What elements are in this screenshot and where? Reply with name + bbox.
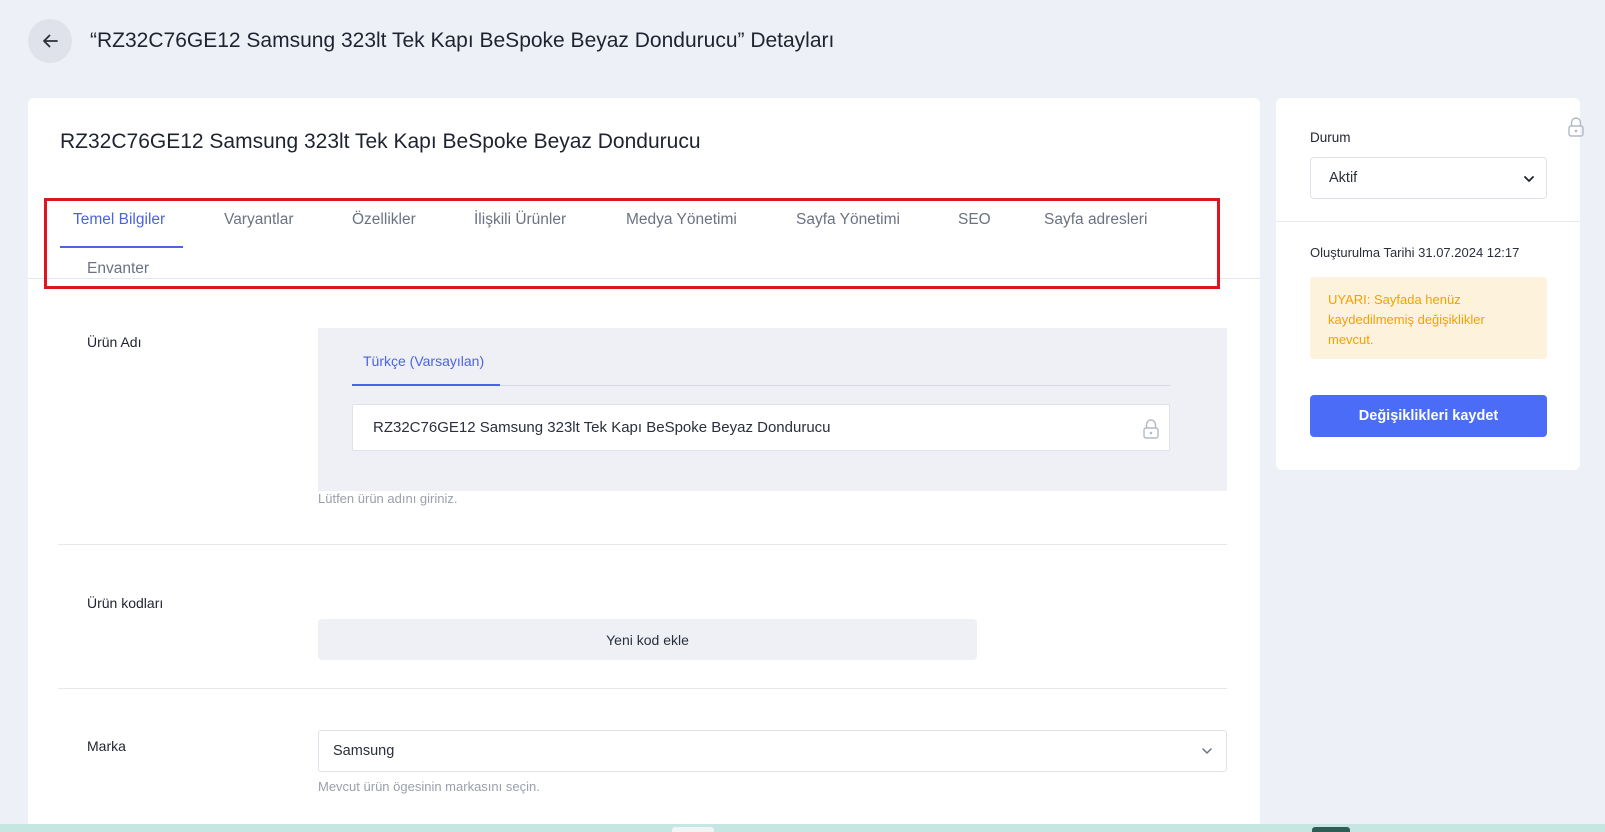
tab-seo[interactable]: SEO	[958, 211, 991, 229]
chevron-down-icon	[1202, 748, 1212, 754]
page-title: “RZ32C76GE12 Samsung 323lt Tek Kapı BeSp…	[90, 29, 835, 52]
product-name-input[interactable]: RZ32C76GE12 Samsung 323lt Tek Kapı BeSpo…	[352, 404, 1170, 451]
tab-varyantlar[interactable]: Varyantlar	[224, 211, 294, 229]
section-divider	[58, 544, 1227, 545]
tabs-divider	[28, 278, 1260, 279]
brand-label: Marka	[87, 738, 126, 754]
brand-help: Mevcut ürün ögesinin markasını seçin.	[318, 779, 540, 794]
bottom-strip-element	[672, 827, 714, 832]
arrow-left-icon	[43, 34, 58, 48]
page-header: “RZ32C76GE12 Samsung 323lt Tek Kapı BeSp…	[28, 19, 834, 63]
tab-ozellikler[interactable]: Özellikler	[352, 211, 416, 229]
save-changes-button[interactable]: Değişiklikleri kaydet	[1310, 395, 1547, 437]
bottom-strip-element	[1312, 827, 1350, 832]
product-title: RZ32C76GE12 Samsung 323lt Tek Kapı BeSpo…	[60, 130, 701, 153]
tab-temel-bilgiler[interactable]: Temel Bilgiler	[73, 211, 165, 229]
tab-medya-yonetimi[interactable]: Medya Yönetimi	[626, 211, 737, 229]
chevron-down-icon	[1524, 176, 1534, 182]
status-sidebar: Durum Aktif Oluşturulma Tarihi 31.07.202…	[1276, 98, 1580, 470]
status-select-value: Aktif	[1329, 170, 1358, 186]
lock-icon[interactable]	[1141, 418, 1161, 440]
language-panel: Türkçe (Varsayılan) RZ32C76GE12 Samsung …	[318, 328, 1227, 491]
brand-select-value: Samsung	[333, 743, 395, 759]
lock-icon[interactable]	[1566, 116, 1586, 138]
bottom-strip	[0, 824, 1605, 832]
product-codes-label: Ürün kodları	[87, 595, 164, 611]
active-language-indicator	[352, 384, 500, 386]
add-code-button[interactable]: Yeni kod ekle	[318, 619, 977, 660]
created-date: Oluşturulma Tarihi 31.07.2024 12:17	[1310, 245, 1520, 260]
product-name-label: Ürün Adı	[87, 334, 142, 350]
product-details-card: RZ32C76GE12 Samsung 323lt Tek Kapı BeSpo…	[28, 98, 1260, 832]
status-select[interactable]: Aktif	[1310, 157, 1547, 199]
active-tab-indicator	[60, 246, 183, 248]
section-divider	[58, 688, 1227, 689]
product-name-help: Lütfen ürün adını giriniz.	[318, 491, 458, 506]
tab-sayfa-yonetimi[interactable]: Sayfa Yönetimi	[796, 211, 900, 229]
tab-language-turkish[interactable]: Türkçe (Varsayılan)	[363, 353, 484, 369]
status-label: Durum	[1310, 130, 1351, 145]
tab-sayfa-adresleri[interactable]: Sayfa adresleri	[1044, 211, 1147, 229]
back-button[interactable]	[28, 19, 72, 63]
product-name-value: RZ32C76GE12 Samsung 323lt Tek Kapı BeSpo…	[373, 419, 831, 436]
tab-envanter[interactable]: Envanter	[87, 260, 149, 278]
brand-select[interactable]: Samsung	[318, 730, 1227, 772]
sidebar-divider	[1276, 221, 1580, 222]
unsaved-changes-warning: UYARI: Sayfada henüz kaydedilmemiş değiş…	[1310, 277, 1547, 359]
tab-iliskili-urunler[interactable]: İlişkili Ürünler	[474, 211, 566, 229]
